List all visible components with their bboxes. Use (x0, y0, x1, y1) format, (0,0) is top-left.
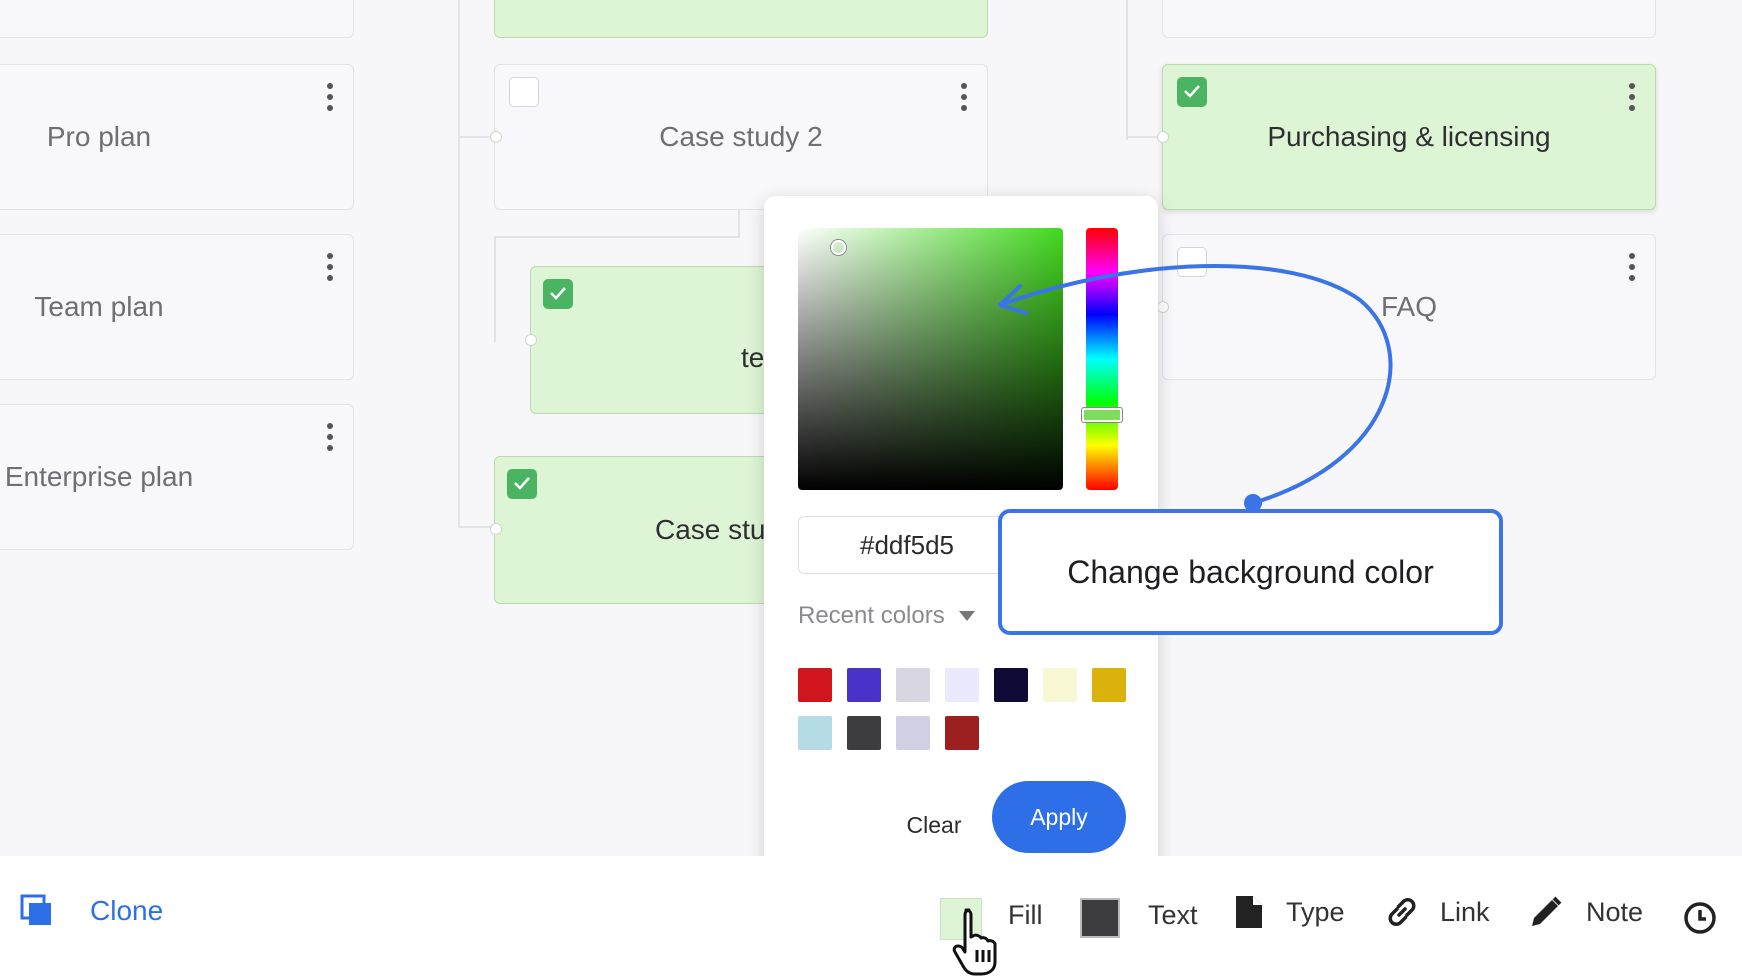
card-label: Team plan (34, 291, 164, 322)
card-case-study-2[interactable]: Case study 2 (494, 64, 988, 210)
document-icon (1236, 896, 1262, 928)
more-options-icon[interactable] (1629, 253, 1635, 281)
type-label: Type (1286, 896, 1345, 927)
check-icon (550, 287, 566, 300)
color-swatch[interactable] (945, 668, 979, 702)
clock-icon[interactable] (1682, 900, 1718, 936)
connector-dot (490, 131, 502, 143)
color-swatch[interactable] (847, 716, 881, 750)
more-options-icon[interactable] (327, 83, 333, 111)
text-color-swatch[interactable] (1080, 898, 1120, 938)
clone-label: Clone (90, 895, 164, 926)
note-button[interactable]: Note (1528, 894, 1643, 930)
color-swatch[interactable] (798, 668, 832, 702)
bottom-toolbar: Clone Fill Text Type Link Note (0, 856, 1742, 978)
clear-button[interactable]: Clear (874, 802, 994, 848)
fill-button[interactable]: Fill (1008, 900, 1043, 931)
color-swatch[interactable] (1043, 668, 1077, 702)
text-button[interactable]: Text (1148, 900, 1198, 931)
callout-box: Change background color (998, 509, 1503, 635)
card-checkbox[interactable] (509, 77, 539, 107)
card-checkbox-checked[interactable] (507, 469, 537, 499)
connector-line (494, 236, 740, 238)
card-label: Purchasing & licensing (1267, 121, 1551, 152)
card-label: Pro plan (46, 121, 152, 152)
card-faq[interactable]: FAQ (1162, 234, 1656, 380)
type-button[interactable]: Type (1234, 894, 1345, 930)
more-options-icon[interactable] (1629, 83, 1635, 111)
hue-slider[interactable] (1082, 228, 1122, 490)
connector-dot (1157, 301, 1169, 313)
card-label: FAQ (1380, 291, 1437, 322)
check-icon (514, 477, 530, 490)
color-swatch[interactable] (798, 716, 832, 750)
link-icon (1388, 898, 1416, 926)
clone-button[interactable]: Clone (20, 894, 163, 928)
connector-dot (490, 523, 502, 535)
color-swatch[interactable] (1092, 668, 1126, 702)
apply-button[interactable]: Apply (992, 781, 1126, 853)
card-label: Enterprise plan (4, 461, 194, 492)
card-top-right[interactable] (1162, 0, 1656, 38)
more-options-icon[interactable] (327, 253, 333, 281)
hand-cursor-icon (952, 908, 997, 976)
clone-icon (20, 894, 51, 925)
card-team-plan[interactable]: Team plan (0, 234, 354, 380)
connector-dot (1157, 131, 1169, 143)
connector-line (494, 236, 496, 342)
color-swatch[interactable] (896, 716, 930, 750)
card-checkbox-checked[interactable] (543, 279, 573, 309)
card-purchasing-licensing[interactable]: Purchasing & licensing (1162, 64, 1656, 210)
callout-text: Change background color (1067, 553, 1434, 590)
text-label: Text (1148, 900, 1198, 930)
note-label: Note (1586, 896, 1644, 927)
card-label: Case study 2 (659, 121, 823, 152)
pencil-icon (1532, 896, 1562, 926)
link-label: Link (1440, 896, 1490, 927)
card-checkbox-checked[interactable] (1177, 77, 1207, 107)
connector-line (458, 0, 460, 528)
color-swatch[interactable] (994, 668, 1028, 702)
more-options-icon[interactable] (327, 423, 333, 451)
card-enterprise-plan[interactable]: Enterprise plan (0, 404, 354, 550)
recent-colors-toggle[interactable]: Recent colors (798, 602, 975, 630)
connector-line (1126, 0, 1128, 140)
link-button[interactable]: Link (1384, 894, 1490, 930)
card-top-middle[interactable] (494, 0, 988, 38)
check-icon (1184, 85, 1200, 98)
color-swatch[interactable] (896, 668, 930, 702)
fill-label: Fill (1008, 900, 1043, 930)
color-swatch[interactable] (847, 668, 881, 702)
color-swatch[interactable] (945, 716, 979, 750)
card-pro-plan[interactable]: Pro plan (0, 64, 354, 210)
hex-input[interactable]: #ddf5d5 (798, 516, 1016, 574)
connector-dot (525, 334, 537, 346)
saturation-value-area[interactable] (798, 228, 1063, 490)
caret-down-icon (958, 611, 975, 621)
recent-colors-label: Recent colors (798, 602, 945, 629)
connector-line (738, 210, 740, 238)
more-options-icon[interactable] (961, 83, 967, 111)
color-cursor[interactable] (831, 240, 846, 255)
card-top-left[interactable] (0, 0, 354, 38)
hue-slider-handle[interactable] (1082, 408, 1122, 422)
card-checkbox[interactable] (1177, 247, 1207, 277)
